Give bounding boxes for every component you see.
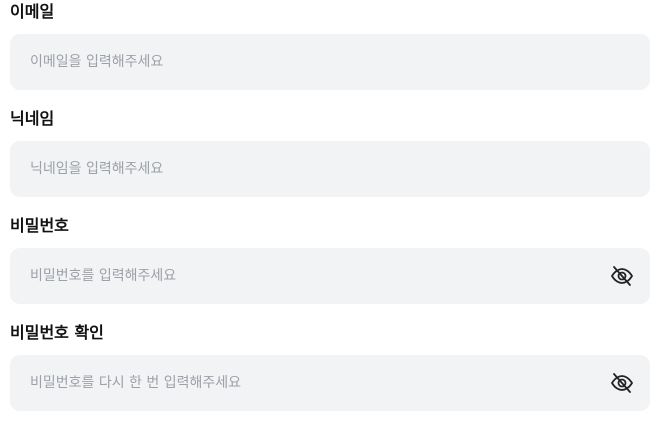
nickname-label: 닉네임: [10, 109, 55, 128]
password-confirm-field[interactable]: [10, 355, 650, 411]
eye-off-icon[interactable]: [610, 265, 634, 287]
email-field[interactable]: [10, 34, 650, 90]
password-field-container: [10, 248, 650, 304]
nickname-field[interactable]: [10, 141, 650, 197]
eye-off-icon[interactable]: [610, 372, 634, 394]
signup-form: 이메일 닉네임 비밀번호 비밀번호 확인: [0, 0, 662, 421]
email-label: 이메일: [10, 2, 55, 21]
nickname-field-container: [10, 141, 650, 197]
password-confirm-label: 비밀번호 확인: [10, 323, 104, 342]
email-field-container: [10, 34, 650, 90]
password-label: 비밀번호: [10, 216, 69, 235]
password-field[interactable]: [10, 248, 650, 304]
password-confirm-field-container: [10, 355, 650, 411]
